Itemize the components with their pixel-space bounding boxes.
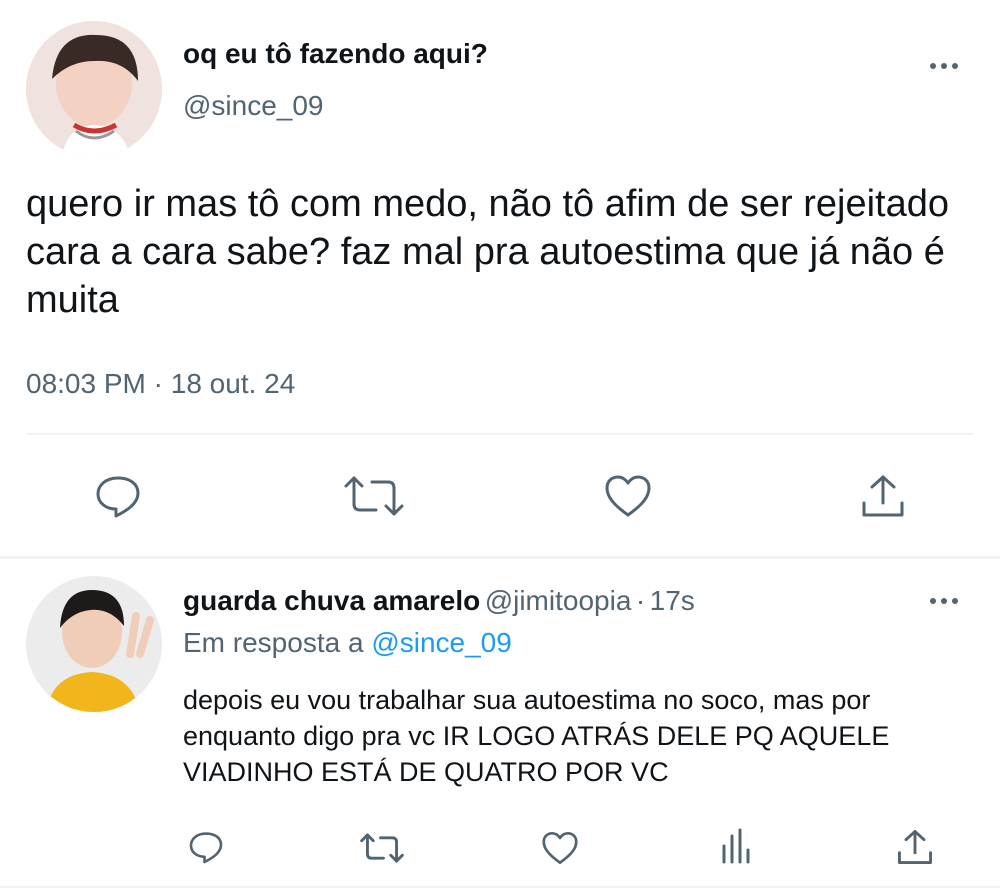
more-horizontal-icon[interactable] bbox=[930, 598, 958, 604]
reply-icon[interactable] bbox=[94, 472, 142, 520]
author-name[interactable]: oq eu tô fazendo aqui? bbox=[183, 38, 488, 70]
retweet-icon[interactable] bbox=[360, 832, 404, 864]
reply-text: depois eu vou trabalhar sua autoestima n… bbox=[183, 685, 890, 787]
in-reply-handle-link[interactable]: @since_09 bbox=[371, 627, 512, 658]
in-reply-to: Em resposta a @since_09 bbox=[183, 627, 512, 659]
reply-icon[interactable] bbox=[188, 829, 224, 865]
meta-separator: · bbox=[153, 368, 163, 399]
bottom-divider bbox=[0, 886, 1000, 888]
in-reply-label: Em resposta a bbox=[183, 627, 364, 658]
reply-author-name[interactable]: guarda chuva amarelo bbox=[183, 585, 480, 616]
tweet-timestamp[interactable]: 08:03 PM · 18 out. 24 bbox=[26, 368, 295, 400]
tweet-time: 08:03 PM bbox=[26, 368, 146, 399]
share-icon[interactable] bbox=[897, 828, 933, 866]
author-handle[interactable]: @since_09 bbox=[183, 90, 324, 122]
retweet-icon[interactable] bbox=[344, 474, 404, 518]
reply-separator: · bbox=[635, 585, 646, 616]
divider bbox=[26, 433, 974, 435]
analytics-icon[interactable] bbox=[720, 828, 754, 864]
like-icon[interactable] bbox=[541, 831, 579, 865]
like-icon[interactable] bbox=[604, 474, 652, 518]
reply-time[interactable]: 17s bbox=[650, 585, 695, 616]
reply-author-handle[interactable]: @jimitoopia bbox=[485, 585, 632, 616]
tweet-date: 18 out. 24 bbox=[170, 368, 296, 399]
reply-author-avatar[interactable] bbox=[26, 576, 162, 712]
author-avatar[interactable] bbox=[26, 21, 162, 157]
more-horizontal-icon[interactable] bbox=[930, 63, 958, 69]
tweet-text: quero ir mas tô com medo, não tô afim de… bbox=[26, 183, 950, 321]
section-divider bbox=[0, 556, 1000, 559]
share-icon[interactable] bbox=[861, 473, 905, 519]
reply-header: guarda chuva amarelo @jimitoopia · 17s bbox=[183, 585, 695, 617]
